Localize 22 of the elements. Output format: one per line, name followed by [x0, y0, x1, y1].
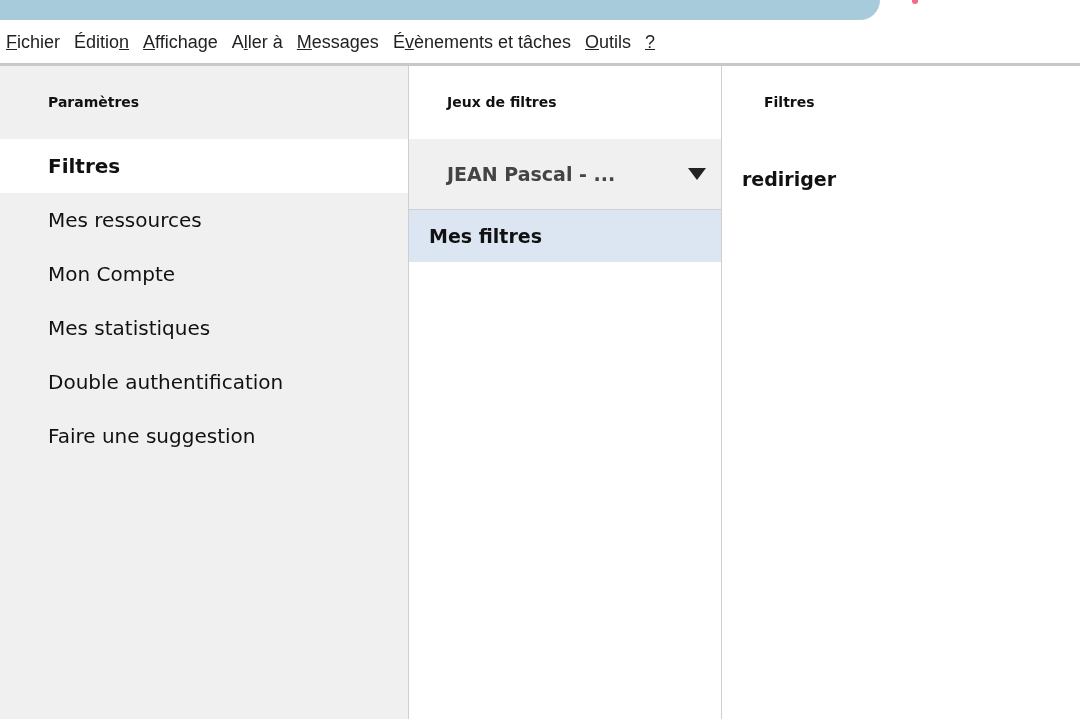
- settings-item[interactable]: Filtres: [0, 139, 408, 193]
- menu-item[interactable]: Fichier: [6, 29, 60, 56]
- settings-item[interactable]: Mon Compte: [0, 247, 408, 301]
- settings-item[interactable]: Mes statistiques: [0, 301, 408, 355]
- column-header: Filtres: [764, 93, 815, 112]
- filter-item[interactable]: rediriger: [722, 161, 837, 197]
- column-header: Paramètres: [48, 93, 140, 112]
- settings-item[interactable]: Mes ressources: [0, 193, 408, 247]
- menu-item[interactable]: Aller à: [231, 29, 283, 56]
- menu-item[interactable]: Édition: [74, 29, 130, 56]
- menu-item[interactable]: ?: [645, 29, 656, 56]
- account-dropdown[interactable]: JEAN Pascal - ...: [409, 139, 721, 210]
- menu-item[interactable]: Messages: [296, 29, 379, 56]
- caret-icon: [687, 167, 707, 181]
- menu-item[interactable]: Affichage: [143, 29, 218, 56]
- tab-mark: [912, 0, 918, 4]
- settings-item[interactable]: Double authentification: [0, 355, 408, 409]
- filter-set-item[interactable]: Mes filtres: [409, 210, 721, 262]
- settings-item[interactable]: Faire une suggestion: [0, 409, 408, 463]
- column-header: Jeux de filtres: [447, 93, 557, 112]
- menu-item[interactable]: Outils: [585, 29, 632, 56]
- menu-item[interactable]: Évènements et tâches: [392, 29, 571, 56]
